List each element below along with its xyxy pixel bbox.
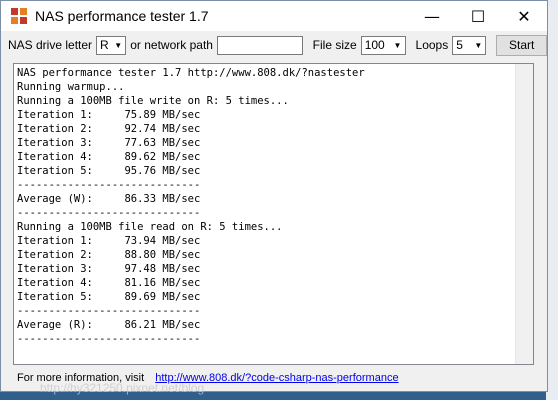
results-output[interactable]: NAS performance tester 1.7 http://www.80…	[13, 63, 534, 365]
settings-toolbar: NAS drive letter R ▼ or network path Fil…	[1, 31, 547, 59]
app-window: NAS performance tester 1.7 — ☐ ✕ NAS dri…	[0, 0, 548, 392]
title-bar: NAS performance tester 1.7 — ☐ ✕	[1, 1, 547, 31]
chevron-down-icon: ▼	[110, 36, 125, 54]
watermark-text: http://hy321250.pixnet.net/blog	[40, 381, 205, 395]
output-scrollbar[interactable]	[515, 64, 533, 364]
minimize-button[interactable]: —	[409, 1, 455, 31]
network-path-label: or network path	[130, 38, 213, 52]
network-path-input[interactable]	[216, 35, 303, 55]
results-text: NAS performance tester 1.7 http://www.80…	[17, 67, 365, 345]
loops-label: Loops	[415, 38, 449, 52]
loops-value: 5	[456, 38, 463, 52]
drive-letter-label: NAS drive letter	[8, 38, 93, 52]
drive-letter-dropdown[interactable]: R ▼	[96, 35, 127, 55]
file-size-value: 100	[364, 38, 385, 52]
chevron-down-icon: ▼	[470, 36, 485, 54]
chevron-down-icon: ▼	[389, 36, 405, 54]
maximize-button[interactable]: ☐	[455, 1, 501, 31]
file-size-dropdown[interactable]: 100 ▼	[360, 35, 406, 55]
start-button[interactable]: Start	[496, 34, 547, 56]
window-title: NAS performance tester 1.7	[35, 8, 209, 24]
close-button[interactable]: ✕	[501, 1, 547, 31]
app-icon	[11, 8, 27, 24]
drive-letter-value: R	[100, 38, 109, 52]
file-size-label: File size	[312, 38, 357, 52]
loops-dropdown[interactable]: 5 ▼	[452, 35, 487, 55]
